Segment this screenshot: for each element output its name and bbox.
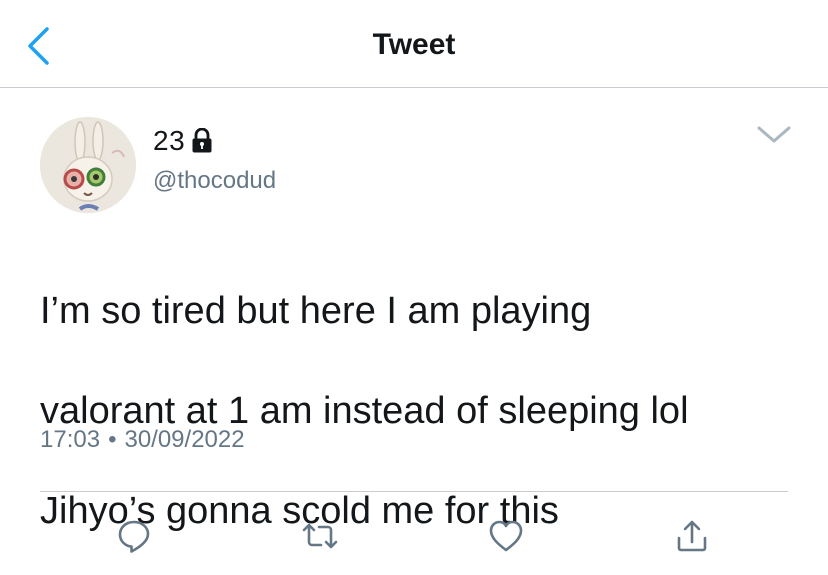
avatar[interactable]: [40, 117, 136, 213]
tweet-time: 17:03: [40, 426, 101, 453]
tweet-detail-screen: Tweet 23 @thocodud I’m so tired but here…: [0, 0, 828, 575]
tweet-text-line: I’m so tired but here I am playing: [40, 290, 592, 332]
share-button[interactable]: [670, 514, 714, 558]
author-block[interactable]: 23 @thocodud: [153, 124, 276, 196]
timestamp-separator: •: [108, 426, 117, 453]
like-button[interactable]: [484, 514, 528, 558]
retweet-button[interactable]: [298, 514, 342, 558]
tweet-date: 30/09/2022: [124, 426, 245, 453]
share-icon: [677, 520, 707, 552]
reply-button[interactable]: [112, 514, 156, 558]
tweet-timestamp: 17:03 • 30/09/2022: [40, 424, 245, 456]
reply-icon: [118, 520, 150, 553]
heart-icon: [489, 520, 523, 552]
page-title: Tweet: [372, 28, 456, 61]
retweet-icon: [302, 523, 338, 549]
avatar-image: [40, 117, 136, 213]
lock-icon: [191, 127, 213, 154]
divider: [40, 491, 788, 492]
nav-header: Tweet: [0, 0, 828, 88]
display-name-row: 23: [153, 124, 276, 158]
user-handle: @thocodud: [153, 167, 277, 194]
display-name: 23: [153, 125, 186, 156]
chevron-down-icon: [757, 126, 791, 143]
tweet-options-button[interactable]: [754, 122, 794, 146]
